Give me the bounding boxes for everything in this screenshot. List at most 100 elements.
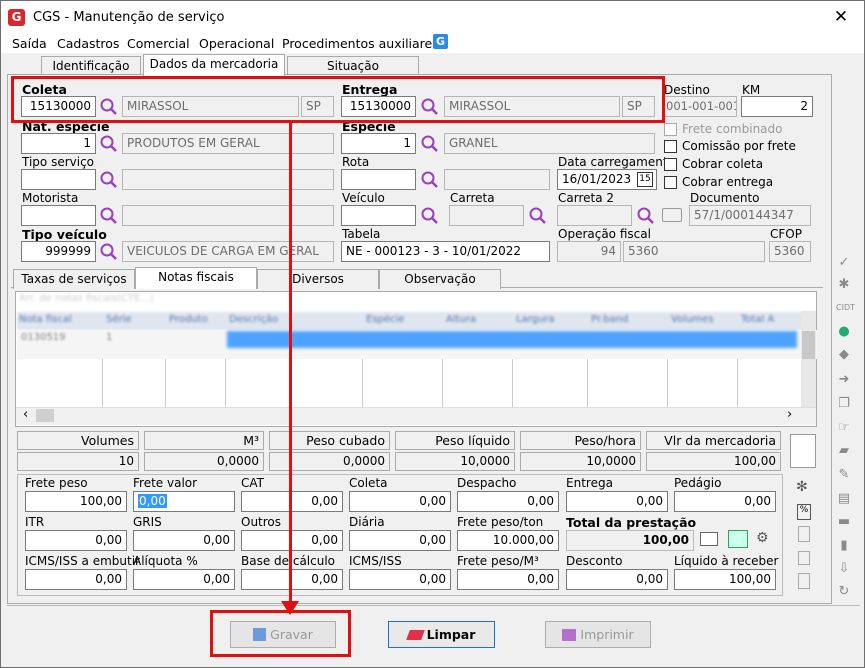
nat-especie-search-icon[interactable] (99, 134, 119, 154)
calculator-icon[interactable] (790, 434, 816, 468)
cobrar-coleta-checkbox[interactable] (664, 158, 677, 171)
report-icon[interactable]: ▤ (836, 492, 852, 506)
fee-input[interactable]: 0,00 (241, 569, 343, 590)
carreta2-input[interactable] (557, 205, 632, 226)
doc-icon[interactable] (798, 526, 810, 542)
frete-combinado-checkbox[interactable] (664, 123, 677, 136)
grid-header-cell[interactable]: Descrição (229, 314, 278, 325)
fee-input[interactable]: 0,00 (349, 530, 451, 551)
fee-input[interactable]: 0,00 (566, 491, 668, 512)
subtab-diversos[interactable]: Diversos (257, 269, 379, 289)
menu-operacional[interactable]: Operacional (199, 36, 274, 51)
especie-code-input[interactable]: 1 (341, 133, 416, 154)
comissao-checkbox[interactable] (664, 140, 677, 153)
subtab-taxas[interactable]: Taxas de serviços (13, 269, 135, 289)
menu-procedimentos[interactable]: Procedimentos auxiliares (282, 36, 439, 51)
grid-header-cell[interactable]: Espécie (366, 314, 404, 325)
tab-situacao[interactable]: Situação (287, 56, 419, 76)
settings-icon[interactable]: ⚙ (756, 530, 769, 546)
fee-input[interactable]: 100,00 (25, 491, 127, 512)
fee-input[interactable]: 0,00 (241, 530, 343, 551)
clipboard-icon[interactable] (798, 573, 810, 589)
carreta-input[interactable] (449, 205, 524, 226)
calendar-icon[interactable]: 15 (637, 172, 653, 187)
fee-input[interactable]: 100,00 (674, 569, 776, 590)
table-icon[interactable] (700, 532, 718, 546)
arrow-right-icon[interactable]: ➜ (836, 373, 852, 387)
veiculo-search-icon[interactable] (420, 206, 440, 226)
fee-input[interactable]: 0,00 (25, 569, 127, 590)
veiculo-input[interactable] (341, 205, 416, 226)
rota-input[interactable] (341, 169, 416, 190)
grid-header-cell[interactable]: Série (106, 314, 132, 325)
check-icon[interactable]: ✓ (836, 256, 852, 270)
folder-icon[interactable]: ▰ (836, 444, 852, 458)
fee-input[interactable]: 0,00 (241, 491, 343, 512)
fee-input[interactable]: 0,00 (349, 569, 451, 590)
tipo-veiculo-search-icon[interactable] (99, 242, 119, 262)
book-icon[interactable] (728, 530, 748, 548)
imprimir-button[interactable]: Imprimir (545, 621, 651, 648)
tipo-servico-input[interactable] (21, 169, 96, 190)
fee-input[interactable]: 0,00 (674, 491, 776, 512)
tipo-veiculo-code-input[interactable]: 999999 (21, 241, 96, 262)
grid-header-cell[interactable]: Nota fiscal (19, 314, 72, 325)
fee-input[interactable]: 0,00 (133, 569, 235, 590)
tabela-field[interactable]: NE - 000123 - 3 - 10/01/2022 (341, 241, 550, 262)
motorista-search-icon[interactable] (99, 206, 119, 226)
scroll-left-icon[interactable]: ‹ (23, 407, 28, 422)
fee-input[interactable]: 0,00 (133, 530, 235, 551)
percent-icon[interactable]: % (797, 504, 811, 520)
grid-vscroll[interactable] (801, 311, 816, 407)
cycle-icon[interactable]: ↻ (836, 585, 852, 599)
grid-header-cell[interactable]: Pr.band (591, 314, 628, 325)
grid-vscroll-thumb[interactable] (802, 331, 815, 359)
truck-side-icon[interactable]: ▬ (836, 515, 852, 529)
km-input[interactable]: 2 (741, 96, 813, 117)
grid-header-cell[interactable]: Total A (741, 314, 774, 325)
truck-icon[interactable] (662, 208, 682, 222)
nat-especie-code-input[interactable]: 1 (21, 133, 96, 154)
fee-input[interactable]: 100,00 (566, 530, 694, 551)
menu-comercial[interactable]: Comercial (127, 36, 190, 51)
copy-icon[interactable]: ❐ (836, 397, 852, 411)
carreta-search-icon[interactable] (528, 206, 548, 226)
fee-input[interactable]: 0,00 (349, 491, 451, 512)
scroll-right-icon[interactable]: › (787, 407, 792, 422)
app-help-icon[interactable]: G (433, 34, 448, 49)
book-side-icon[interactable]: ▮ (836, 539, 852, 553)
grid-header-cell[interactable]: Volumes (671, 314, 713, 325)
close-icon[interactable]: ✕ (829, 5, 853, 29)
grid-hscroll[interactable] (16, 407, 816, 425)
especie-search-icon[interactable] (420, 134, 440, 154)
rota-search-icon[interactable] (420, 170, 440, 190)
fee-input[interactable]: 0,00 (457, 491, 559, 512)
fee-input[interactable]: 0,00 (25, 530, 127, 551)
comment-icon[interactable] (798, 551, 810, 565)
motorista-input[interactable] (21, 205, 96, 226)
globe-icon[interactable]: ● (836, 325, 852, 339)
menu-cadastros[interactable]: Cadastros (57, 36, 119, 51)
pointer-icon[interactable]: ☞ (836, 421, 852, 435)
tipo-servico-search-icon[interactable] (99, 170, 119, 190)
tab-identificacao[interactable]: Identificação (41, 56, 141, 76)
subtab-notas-fiscais[interactable]: Notas fiscais (135, 267, 257, 289)
grid-header-cell[interactable]: Produto (169, 314, 208, 325)
fee-input[interactable]: 0,00 (133, 491, 235, 512)
grid-row-selected[interactable] (227, 331, 797, 348)
fee-input[interactable]: 0,00 (566, 569, 668, 590)
grid-header-cell[interactable]: Largura (516, 314, 555, 325)
grid-header-cell[interactable]: Altura (446, 314, 476, 325)
bug-icon[interactable]: ✱ (836, 278, 852, 292)
tag-icon[interactable]: ◆ (836, 348, 852, 362)
tab-dados-mercadoria[interactable]: Dados da mercadoria (143, 54, 285, 76)
download-icon[interactable]: ⇩ (836, 562, 852, 576)
cobrar-entrega-checkbox[interactable] (664, 176, 677, 189)
menu-saida[interactable]: Saída (12, 36, 47, 51)
virus-icon[interactable]: ✻ (796, 479, 808, 495)
hscroll-thumb[interactable] (36, 409, 54, 422)
fee-input[interactable]: 10.000,00 (457, 530, 559, 551)
fee-input[interactable]: 0,00 (457, 569, 559, 590)
cidt-icon[interactable]: CIDT (836, 301, 855, 315)
carreta2-search-icon[interactable] (636, 206, 656, 226)
